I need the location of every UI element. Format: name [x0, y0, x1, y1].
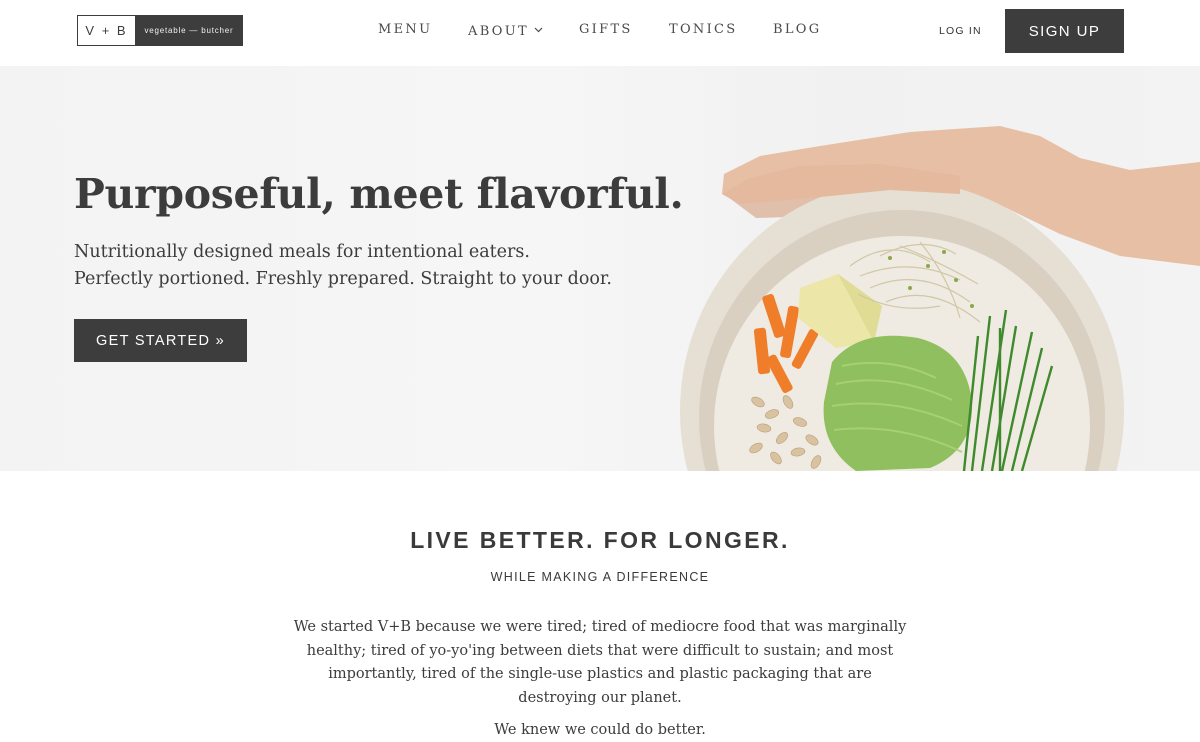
nav-item-about[interactable]: ABOUT: [468, 22, 543, 39]
site-header: V + B vegetable — butcher MENU ABOUT GIF…: [0, 0, 1200, 66]
hero-subtitle-line: Nutritionally designed meals for intenti…: [74, 242, 530, 262]
logo[interactable]: V + B vegetable — butcher: [77, 15, 243, 46]
nav-item-label: BLOG: [773, 22, 822, 37]
nav-item-label: GIFTS: [579, 22, 633, 37]
hero-title: Purposeful, meet flavorful.: [74, 170, 684, 218]
intro-body: We started V+B because we were tired; ti…: [293, 619, 907, 706]
intro-subheading: WHILE MAKING A DIFFERENCE: [490, 570, 710, 584]
hero: Purposeful, meet flavorful. Nutritionall…: [0, 66, 1200, 471]
nav-item-blog[interactable]: BLOG: [773, 22, 821, 37]
nav-item-menu[interactable]: MENU: [378, 22, 432, 37]
signup-button[interactable]: SIGN UP: [1005, 9, 1124, 53]
logo-wordmark: vegetable — butcher: [136, 16, 242, 45]
intro-heading: LIVE BETTER. FOR LONGER.: [410, 527, 790, 553]
nav-item-gifts[interactable]: GIFTS: [579, 22, 633, 37]
logo-mark: V + B: [78, 16, 136, 45]
get-started-button[interactable]: GET STARTED »: [74, 319, 247, 362]
login-link[interactable]: LOG IN: [939, 25, 982, 37]
hero-bowl-image: [680, 126, 1200, 471]
intro-closing: We knew we could do better.: [494, 722, 706, 738]
nav-item-label: MENU: [378, 22, 433, 37]
chevron-down-icon: [534, 22, 543, 37]
nav-item-label: TONICS: [669, 22, 738, 37]
nav-item-tonics[interactable]: TONICS: [669, 22, 738, 37]
hero-subtitle: Nutritionally designed meals for intenti…: [74, 239, 612, 293]
hero-subtitle-line: Perfectly portioned. Freshly prepared. S…: [74, 269, 612, 289]
nav-item-label: ABOUT: [468, 24, 529, 39]
